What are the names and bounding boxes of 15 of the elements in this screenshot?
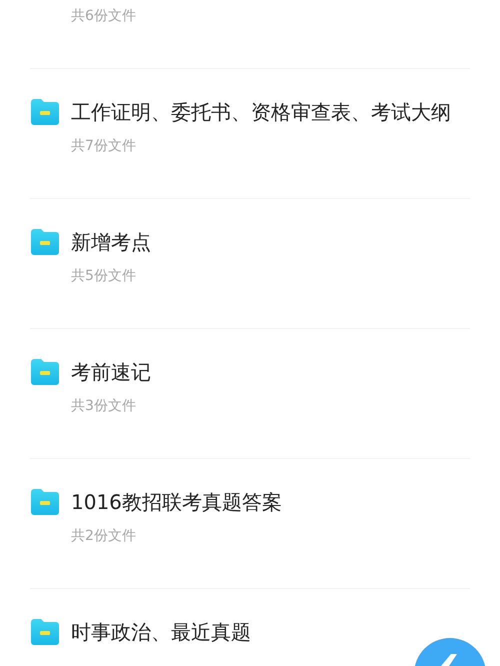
folder-title[interactable]: 时事政治、最近真题 <box>71 619 251 645</box>
folder-title[interactable]: 考前速记 <box>71 359 151 385</box>
file-count: 共2份文件 <box>71 527 137 546</box>
folder-icon <box>31 99 59 125</box>
folder-icon <box>31 359 59 385</box>
folder-icon <box>31 489 59 515</box>
folder-icon <box>31 229 59 255</box>
folder-title[interactable]: 1016教招联考真题答案 <box>71 489 282 515</box>
folder-title[interactable]: 新增考点 <box>71 229 151 255</box>
file-count: 共3份文件 <box>71 397 137 416</box>
folder-icon <box>31 619 59 645</box>
file-count: 共6份文件 <box>71 7 137 26</box>
file-count: 共5份文件 <box>71 267 137 286</box>
folder-title[interactable]: 工作证明、委托书、资格审查表、考试大纲 <box>71 99 451 125</box>
file-count: 共7份文件 <box>71 137 137 156</box>
